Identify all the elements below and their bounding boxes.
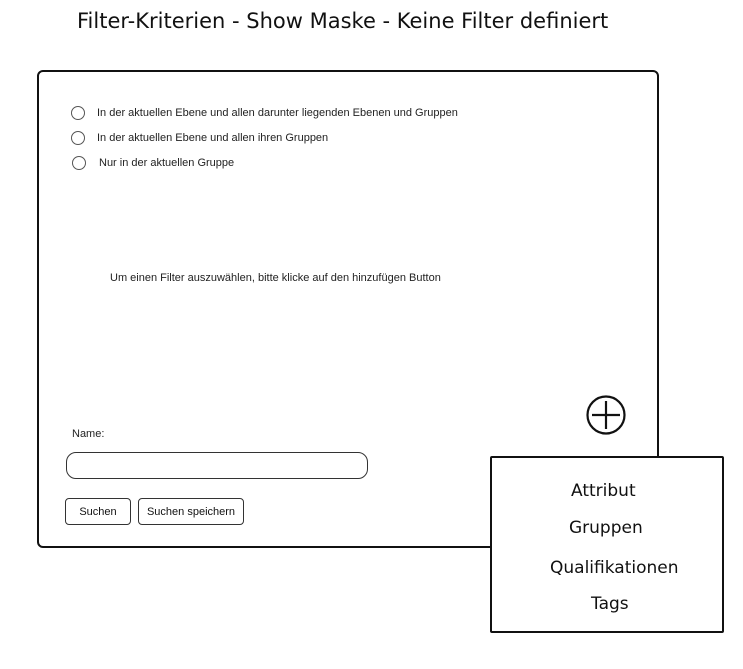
scope-option-label: Nur in der aktuellen Gruppe (99, 157, 235, 169)
menu-item-gruppen[interactable]: Gruppen (569, 518, 643, 538)
scope-option-current-group[interactable]: Nur in der aktuellen Gruppe (72, 154, 234, 172)
plus-circle-icon (586, 395, 626, 435)
scope-option-label: In der aktuellen Ebene und allen darunte… (97, 107, 458, 119)
add-filter-button[interactable] (586, 395, 626, 435)
save-search-button[interactable]: Suchen speichern (138, 498, 244, 525)
radio-button[interactable] (71, 106, 85, 120)
name-input[interactable] (66, 452, 368, 479)
menu-item-attribut[interactable]: Attribut (571, 481, 636, 501)
radio-button[interactable] (72, 156, 86, 170)
filter-hint-text: Um einen Filter auszuwählen, bitte klick… (110, 272, 441, 284)
page-title: Filter-Kriterien - Show Maske - Keine Fi… (77, 9, 609, 33)
menu-item-tags[interactable]: Tags (591, 594, 629, 614)
filter-type-menu: Attribut Gruppen Qualifikationen Tags (490, 456, 724, 633)
scope-option-current-level[interactable]: In der aktuellen Ebene und allen ihren G… (71, 129, 328, 147)
search-button[interactable]: Suchen (65, 498, 131, 525)
scope-option-all-levels[interactable]: In der aktuellen Ebene und allen darunte… (71, 104, 458, 122)
menu-item-qualifikationen[interactable]: Qualifikationen (550, 558, 679, 578)
radio-button[interactable] (71, 131, 85, 145)
name-label: Name: (72, 428, 105, 440)
scope-option-label: In der aktuellen Ebene und allen ihren G… (97, 132, 329, 144)
